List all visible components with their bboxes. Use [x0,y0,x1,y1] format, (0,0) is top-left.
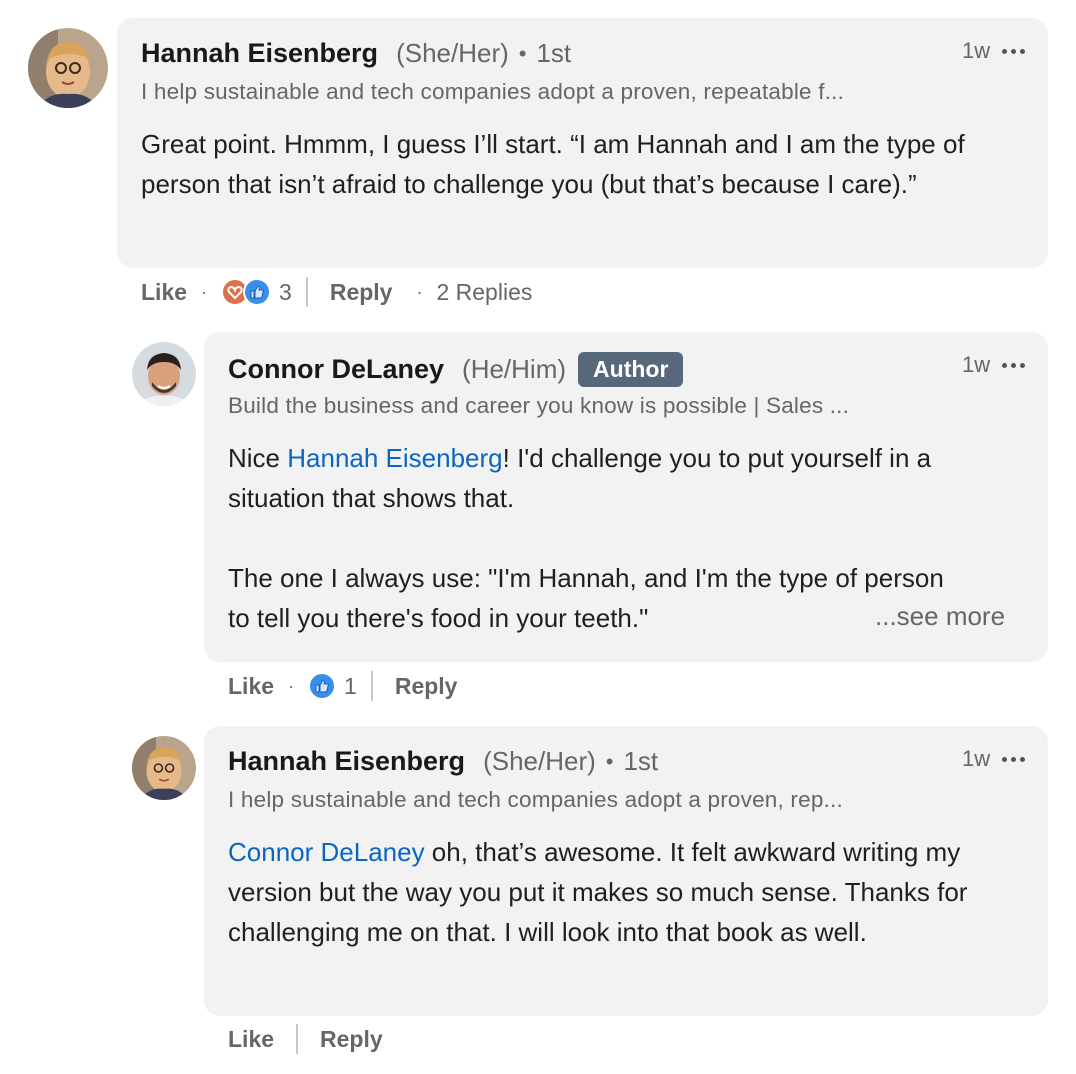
separator-dot: • [605,748,614,774]
author-headline: Build the business and career you know i… [228,393,850,418]
like-button[interactable]: Like [228,673,274,700]
author-badge: Author [578,352,684,387]
comment-actions: Like Reply [228,1024,383,1054]
comment-body: Nice Hannah Eisenberg! I'd challenge you… [228,438,1023,518]
comment-body: Great point. Hmmm, I guess I’ll start. “… [141,129,965,199]
like-button[interactable]: Like [141,279,187,306]
more-options-icon[interactable] [1002,362,1026,368]
comment-header: Hannah Eisenberg (She/Her) • 1st [228,746,658,777]
hannah-avatar[interactable] [28,28,108,108]
comment-meta: 1w [962,38,1026,64]
reactions-summary[interactable]: 3 [221,278,292,306]
author-name[interactable]: Hannah Eisenberg [228,746,465,777]
see-more-link[interactable]: ...see more [875,601,1005,632]
more-options-icon[interactable] [1002,48,1026,54]
separator-dot: • [518,40,527,66]
reply-button[interactable]: Reply [330,279,393,306]
body-text: Nice [228,443,288,473]
like-icon [308,672,337,700]
connection-degree: 1st [623,746,659,776]
comment-header: Connor DeLaney (He/Him) Author [228,352,684,387]
reply-button[interactable]: Reply [395,673,458,700]
reactions-summary[interactable]: 1 [308,672,357,700]
separator-dot: · [201,281,208,302]
comment-body: Connor DeLaney oh, that’s awesome. It fe… [228,832,1018,952]
timestamp: 1w [962,746,991,771]
reaction-count: 3 [279,278,292,305]
comment-actions: Like · 1 Reply [228,671,457,701]
comment-actions: Like · 3 Reply · 2 Replies [141,277,532,307]
author-name[interactable]: Connor DeLaney [228,354,444,385]
timestamp: 1w [962,352,991,377]
pronouns: (She/Her) [483,746,596,776]
author-headline: I help sustainable and tech companies ad… [228,787,843,812]
reaction-count: 1 [344,672,357,699]
author-headline: I help sustainable and tech companies ad… [141,79,845,104]
divider [305,277,308,307]
pronouns: (He/Him) [462,354,567,384]
separator-dot: · [416,281,423,302]
comment-header: Hannah Eisenberg (She/Her) • 1st [141,38,571,69]
more-options-icon[interactable] [1002,756,1026,762]
comment-body-paragraph: The one I always use: "I'm Hannah, and I… [228,563,944,633]
connor-avatar[interactable] [132,342,196,406]
pronouns: (She/Her) [396,38,509,68]
mention-link[interactable]: Connor DeLaney [228,837,425,867]
timestamp: 1w [962,38,991,63]
comment-meta: 1w [962,746,1026,772]
divider [296,1024,299,1054]
like-icon [243,278,272,306]
author-name[interactable]: Hannah Eisenberg [141,38,378,69]
mention-link[interactable]: Hannah Eisenberg [287,443,502,473]
comment-meta: 1w [962,352,1026,378]
separator-dot: · [288,675,295,696]
divider [370,671,373,701]
like-button[interactable]: Like [228,1026,274,1053]
hannah-avatar[interactable] [132,736,196,800]
reply-button[interactable]: Reply [320,1026,383,1053]
replies-count[interactable]: 2 Replies [436,279,532,306]
connection-degree: 1st [536,38,572,68]
